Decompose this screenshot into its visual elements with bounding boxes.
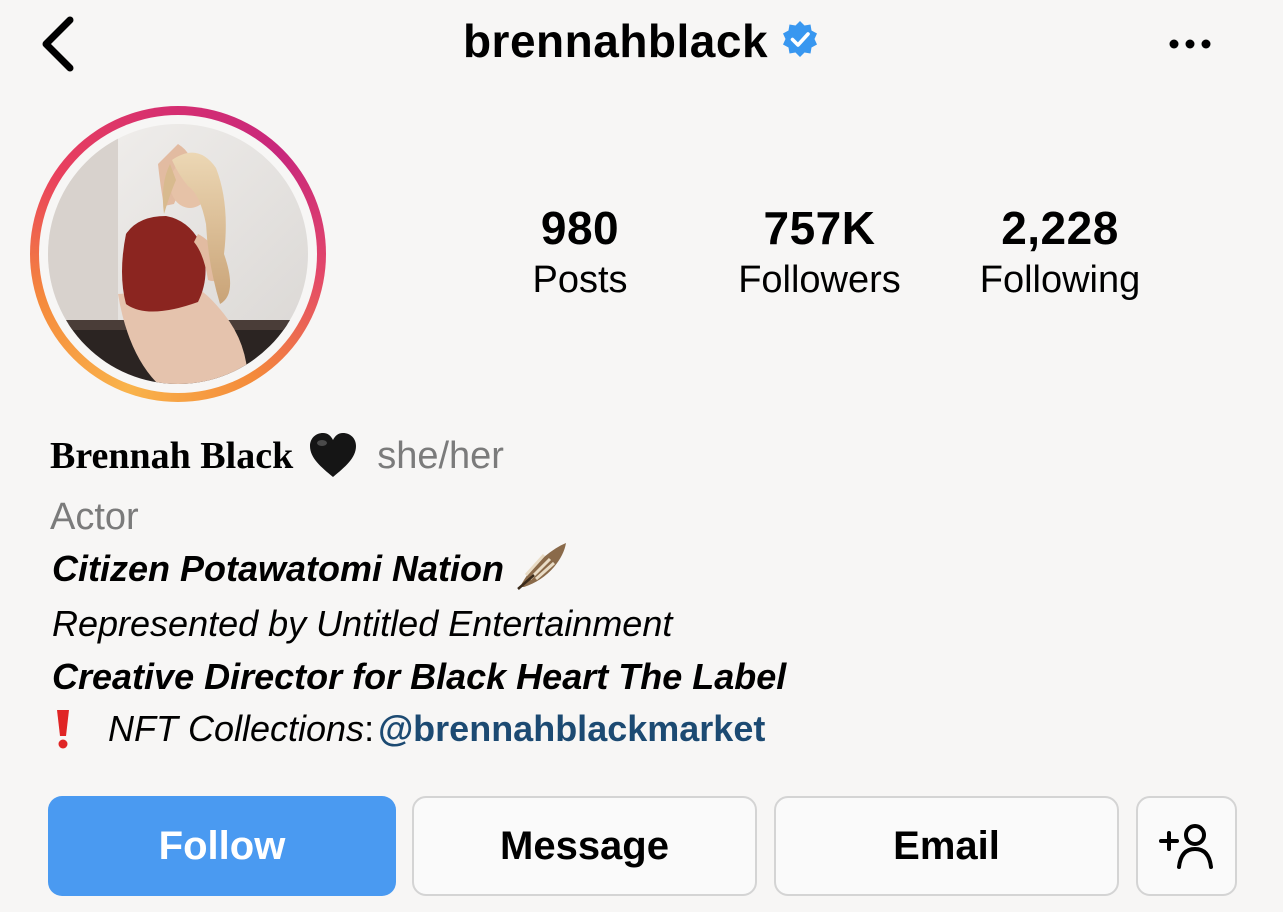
profile-photo (48, 124, 308, 384)
full-name: Brennah Black (50, 435, 294, 477)
bio-line-2: Represented by Untitled Entertainment (52, 603, 673, 644)
more-options-button[interactable] (1160, 26, 1220, 62)
following-count: 2,228 (1001, 202, 1119, 254)
category-label: Actor (50, 496, 139, 538)
followers-count: 757K (763, 202, 876, 254)
posts-stat[interactable]: 980 Posts (510, 200, 650, 304)
posts-label: Posts (532, 259, 628, 301)
following-stat[interactable]: 2,228 Following (955, 200, 1165, 304)
profile-page: brennahblack 980 Posts 757K Followers 2,… (0, 0, 1283, 912)
bio-line-3: Creative Director for Black Heart The La… (52, 656, 787, 697)
pronouns: she/her (377, 434, 504, 477)
follow-button[interactable]: Follow (48, 796, 396, 896)
email-button[interactable]: Email (774, 796, 1119, 896)
bio-line-1-text: Citizen Potawatomi Nation (52, 548, 505, 589)
feather-icon (517, 543, 567, 591)
black-heart-icon (310, 433, 357, 477)
bio-line-1: Citizen Potawatomi Nation (52, 543, 570, 591)
posts-count: 980 (540, 202, 620, 254)
brennahblackmarket-link[interactable]: @brennahblackmarket (378, 708, 765, 750)
bio-line-4: NFT Collections: @brennahblackmarket (52, 708, 765, 750)
following-label: Following (979, 259, 1141, 301)
avatar (48, 124, 308, 384)
name-line: Brennah Black she/her (50, 428, 504, 484)
exclamation-icon (57, 710, 69, 749)
nft-collections-label: NFT Collections (108, 708, 365, 749)
story-ring[interactable] (30, 106, 326, 402)
message-button[interactable]: Message (412, 796, 757, 896)
more-options-icon (1169, 39, 1211, 49)
suggested-users-button[interactable] (1136, 796, 1237, 896)
header-title: brennahblack (0, 14, 1283, 68)
add-person-icon (1158, 824, 1213, 869)
nft-colon: : (364, 708, 375, 749)
followers-stat[interactable]: 757K Followers (712, 200, 927, 304)
followers-label: Followers (738, 259, 901, 301)
username: brennahblack (462, 15, 769, 67)
verified-badge-icon (783, 21, 818, 57)
